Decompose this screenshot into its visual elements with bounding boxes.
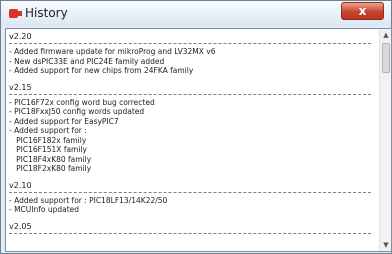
close-icon: x [358,4,367,18]
dashed-divider [9,191,371,193]
dashed-divider [9,93,371,95]
changelog-line: - MCUInfo updated [9,205,80,214]
changelog-line: PIC16F182x family [9,135,87,145]
changelog-line: PIC18F2xK80 family [9,164,92,173]
vertical-scrollbar[interactable]: ▲ ▼ [379,29,391,251]
changelog-line: - Added support for EasyPIC7 [9,116,119,126]
scroll-up-icon[interactable]: ▲ [380,29,391,41]
changelog-line: - PIC18FxxJ50 config words updated [9,107,145,116]
changelog-line: - Added support for new chips from 24FKA… [9,66,194,75]
changelog-line: PIC18F4xK80 family [9,154,92,164]
changelog-line: PIC16F151X family [9,145,87,154]
close-button[interactable]: x [341,2,384,20]
version-heading: v2.20 [9,32,32,41]
version-heading: v2.15 [9,82,32,92]
dashed-divider [9,232,371,234]
history-window: History x v2.20 - Added firmware update f… [0,0,392,254]
version-section: v2.20 - Added firmware update for mikroPr… [9,31,378,76]
dashed-divider [9,43,371,44]
version-heading: v2.10 [9,180,32,190]
changelog-line: - New dsPIC33E and PIC24E family added [9,56,165,66]
changelog-line: - Added support for : PIC18LF13/14K22/50 [9,195,168,205]
changelog-line: - Added firmware update for mikroProg an… [9,47,216,56]
history-content: v2.20 - Added firmware update for mikroPr… [5,28,392,252]
version-section: v2.15 - PIC16F72x config word bug correct… [9,82,378,174]
history-text[interactable]: v2.20 - Added firmware update for mikroPr… [9,31,378,249]
title-bar[interactable]: History x [1,1,391,26]
scrollbar-thumb[interactable] [382,43,390,73]
window-title: History [25,6,68,20]
changelog-line: - Added support for : [9,126,87,135]
changelog-line: - PIC16F72x config word bug corrected [9,97,155,107]
app-icon [9,9,22,18]
version-heading: v2.05 [9,221,32,231]
version-section: v2.10 - Added support for : PIC18LF13/14K… [9,180,378,215]
version-section: v2.05 [9,221,378,234]
scroll-down-icon[interactable]: ▼ [380,239,391,251]
